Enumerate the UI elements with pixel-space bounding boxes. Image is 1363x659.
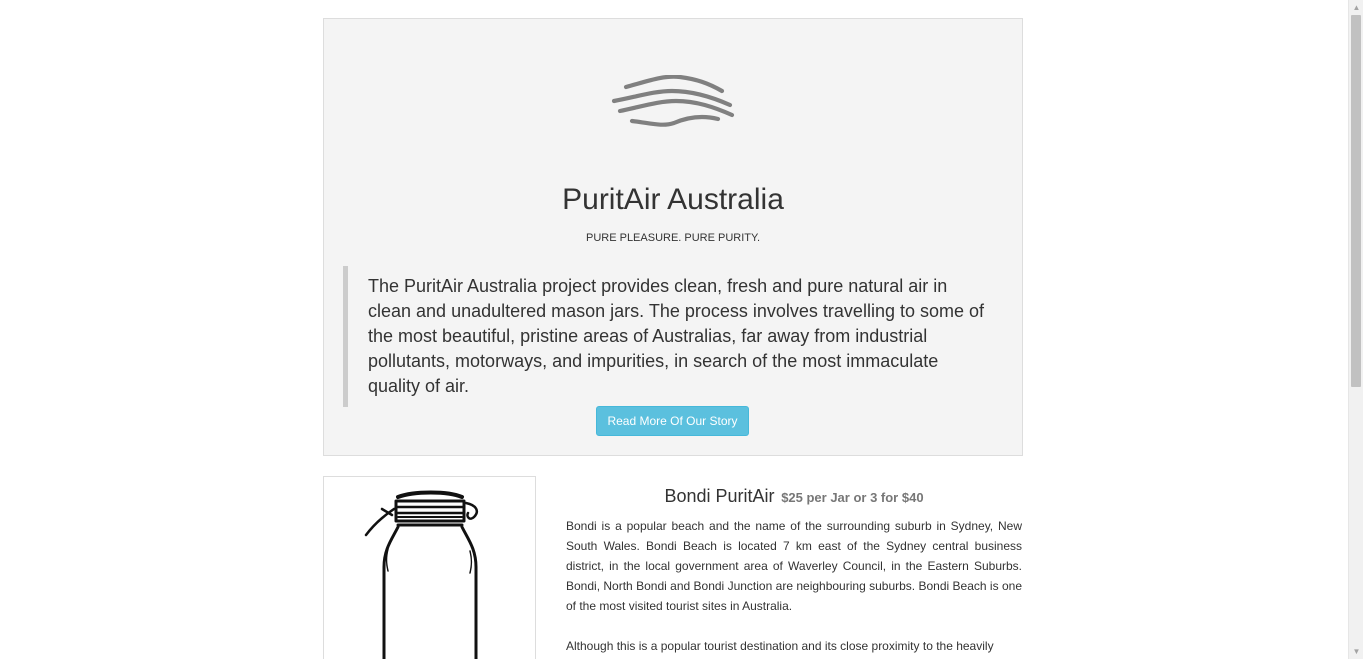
vertical-scrollbar[interactable]: ▲ ▼ [1348,0,1363,659]
site-title: PuritAir Australia [562,183,784,216]
scroll-up-arrow-icon[interactable]: ▲ [1349,0,1363,15]
scroll-down-arrow-icon[interactable]: ▼ [1349,644,1363,659]
product-name: Bondi PuritAir [664,486,775,506]
product-description: Bondi is a popular beach and the name of… [566,516,1022,659]
product-paragraph: Although this is a popular tourist desti… [566,639,994,653]
hero-jumbotron: PuritAir Australia PURE PLEASURE. PURE P… [323,18,1023,456]
read-more-story-button[interactable]: Read More Of Our Story [596,406,749,436]
product-thumbnail[interactable] [323,476,536,659]
product-heading: Bondi PuritAir $25 per Jar or 3 for $40 [566,483,1022,510]
wind-waves-icon [611,75,735,127]
product-price: $25 per Jar or 3 for $40 [781,490,924,505]
page: PuritAir Australia PURE PLEASURE. PURE P… [0,0,1348,659]
mason-jar-icon [364,490,478,659]
product-paragraph: Bondi is a popular beach and the name of… [566,519,1022,613]
site-tagline: PURE PLEASURE. PURE PURITY. [585,232,760,244]
scrollbar-thumb[interactable] [1351,15,1361,387]
about-blockquote: The PuritAir Australia project provides … [343,266,988,407]
